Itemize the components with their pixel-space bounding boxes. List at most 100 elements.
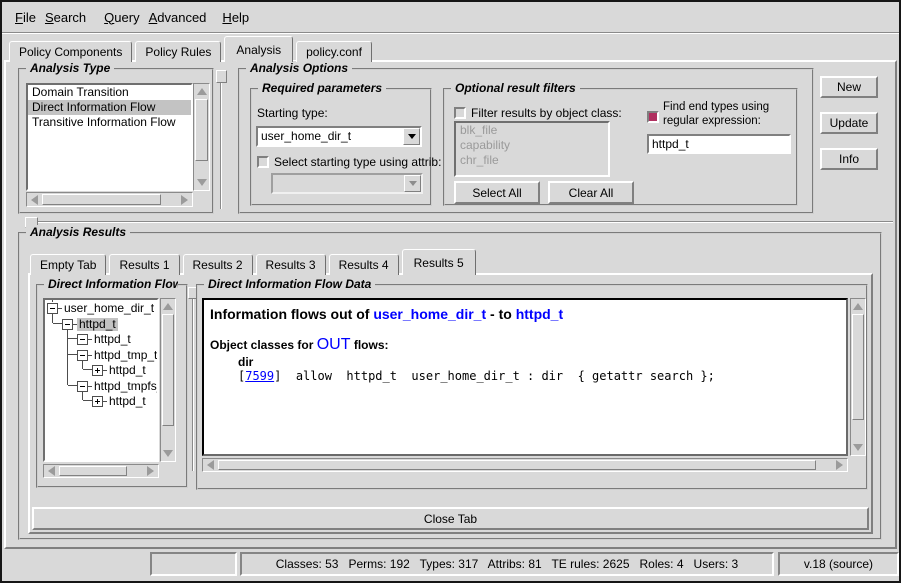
scroll-down-arrow-icon[interactable]: [194, 176, 209, 190]
scroll-left-arrow-icon[interactable]: [44, 465, 58, 477]
scroll-left-arrow-icon[interactable]: [203, 459, 217, 471]
pane-sash-grip[interactable]: [216, 70, 227, 83]
tree-node-label[interactable]: httpd_t: [92, 333, 133, 346]
list-item[interactable]: Transitive Information Flow: [28, 115, 191, 130]
object-classes-prefix: Object classes for: [210, 338, 317, 352]
rule-line: [7599] allow httpd_t user_home_dir_t : d…: [238, 369, 715, 383]
pane-sash-line[interactable]: [220, 83, 222, 209]
tree-node[interactable]: httpd_t: [92, 364, 148, 377]
tree-node-label[interactable]: user_home_dir_t: [62, 302, 156, 315]
starting-type-combobox[interactable]: user_home_dir_t: [256, 126, 422, 147]
scroll-down-arrow-icon[interactable]: [161, 447, 175, 461]
scroll-right-arrow-icon[interactable]: [144, 465, 158, 477]
tree-collapse-icon[interactable]: [77, 334, 88, 345]
rule-number-link[interactable]: 7599: [245, 369, 274, 383]
analysis-type-vscrollbar[interactable]: [193, 83, 210, 191]
regex-input[interactable]: [647, 134, 791, 154]
scroll-up-arrow-icon[interactable]: [851, 299, 865, 313]
tab-label: Results 1: [119, 258, 169, 272]
menu-file[interactable]: File: [15, 10, 36, 25]
tree-node[interactable]: httpd_tmpfs_t: [77, 380, 159, 393]
attrib-checkbox[interactable]: [257, 156, 269, 168]
scroll-thumb[interactable]: [195, 99, 208, 161]
tree-node-label[interactable]: httpd_tmpfs_t: [92, 380, 159, 393]
menu-search[interactable]: Search: [45, 10, 86, 25]
filter-object-class-checkbox[interactable]: [454, 107, 466, 119]
starting-type-label: Starting type:: [257, 106, 328, 120]
results-sash-line[interactable]: [38, 221, 893, 223]
select-all-button[interactable]: Select All: [454, 181, 540, 204]
analysis-results-frame: Analysis Results Empty Tab Results 1 Res…: [18, 232, 882, 540]
tree-node[interactable]: httpd_tmp_t: [77, 349, 159, 362]
tab-policy-rules[interactable]: Policy Rules: [135, 41, 221, 62]
rule-text: allow httpd_t user_home_dir_t : dir { ge…: [281, 369, 714, 383]
flow-tree[interactable]: user_home_dir_t httpd_t httpd_t htt: [43, 298, 159, 462]
tab-label: Results 3: [266, 258, 316, 272]
flow-data-header: Information flows out of user_home_dir_t…: [210, 306, 563, 322]
results-tab-4[interactable]: Results 4: [329, 254, 399, 275]
tree-node[interactable]: httpd_t: [92, 395, 148, 408]
scroll-left-arrow-icon[interactable]: [27, 193, 41, 206]
data-hscrollbar[interactable]: [202, 458, 848, 472]
update-button[interactable]: Update: [820, 112, 878, 134]
scroll-thumb[interactable]: [218, 460, 816, 470]
object-class-listbox: blk_file capability chr_file: [454, 121, 610, 177]
list-item[interactable]: Domain Transition: [28, 85, 191, 100]
list-item-disabled: chr_file: [456, 153, 608, 168]
tree-node[interactable]: user_home_dir_t: [47, 302, 156, 315]
scroll-down-arrow-icon[interactable]: [851, 441, 865, 455]
tree-collapse-icon[interactable]: [47, 303, 58, 314]
info-button[interactable]: Info: [820, 148, 878, 170]
tree-expand-icon[interactable]: [92, 365, 103, 376]
tree-node[interactable]: httpd_t: [62, 318, 118, 331]
analysis-type-listbox[interactable]: Domain Transition Direct Information Flo…: [26, 83, 193, 191]
results-tab-3[interactable]: Results 3: [256, 254, 326, 275]
analysis-type-hscrollbar[interactable]: [26, 192, 193, 207]
tab-policy-components[interactable]: Policy Components: [9, 41, 132, 62]
tree-node-label[interactable]: httpd_tmp_t: [92, 349, 159, 362]
tab-policy-conf[interactable]: policy.conf: [296, 41, 372, 62]
menu-query[interactable]: Query: [104, 10, 139, 25]
menu-advanced[interactable]: Advanced: [149, 10, 207, 25]
tree-node-label-selected[interactable]: httpd_t: [77, 318, 118, 331]
scroll-up-arrow-icon[interactable]: [161, 299, 175, 313]
data-vscrollbar[interactable]: [850, 298, 866, 456]
scroll-thumb[interactable]: [162, 314, 174, 426]
scroll-thumb[interactable]: [42, 194, 161, 205]
results-tab-1[interactable]: Results 1: [109, 254, 179, 275]
tree-line: [83, 400, 92, 401]
analysis-type-title: Analysis Type: [26, 61, 114, 75]
scroll-thumb[interactable]: [59, 466, 127, 476]
tab-analysis[interactable]: Analysis: [224, 36, 293, 62]
clear-all-button[interactable]: Clear All: [548, 181, 634, 204]
results-tab-2[interactable]: Results 2: [183, 254, 253, 275]
tree-vscrollbar[interactable]: [160, 298, 176, 462]
new-button[interactable]: New: [820, 76, 878, 98]
menu-help[interactable]: Help: [222, 10, 249, 25]
tree-expand-icon[interactable]: [92, 396, 103, 407]
attrib-combobox: [271, 173, 423, 194]
results-tab-empty[interactable]: Empty Tab: [30, 254, 106, 275]
list-item-disabled: blk_file: [456, 123, 608, 138]
tree-collapse-icon[interactable]: [62, 319, 73, 330]
list-item-disabled: capability: [456, 138, 608, 153]
tree-node-label[interactable]: httpd_t: [107, 364, 148, 377]
tree-collapse-icon[interactable]: [77, 350, 88, 361]
tree-node[interactable]: httpd_t: [77, 333, 133, 346]
scroll-right-arrow-icon[interactable]: [833, 459, 847, 471]
close-tab-button[interactable]: Close Tab: [32, 507, 869, 530]
tree-node-label[interactable]: httpd_t: [107, 395, 148, 408]
tree-line: [53, 323, 62, 324]
list-item-selected[interactable]: Direct Information Flow: [28, 100, 191, 115]
regex-checkbox[interactable]: [647, 111, 659, 123]
dropdown-arrow-icon[interactable]: [403, 128, 420, 145]
scroll-thumb[interactable]: [852, 314, 864, 420]
attrib-combobox-value: [273, 175, 404, 192]
results-tab-5[interactable]: Results 5: [402, 249, 476, 275]
tree-data-sash-line[interactable]: [192, 299, 194, 471]
flow-data-text[interactable]: Information flows out of user_home_dir_t…: [202, 298, 848, 456]
tree-hscrollbar[interactable]: [43, 464, 159, 478]
scroll-up-arrow-icon[interactable]: [194, 84, 209, 98]
scroll-right-arrow-icon[interactable]: [178, 193, 192, 206]
tree-collapse-icon[interactable]: [77, 381, 88, 392]
